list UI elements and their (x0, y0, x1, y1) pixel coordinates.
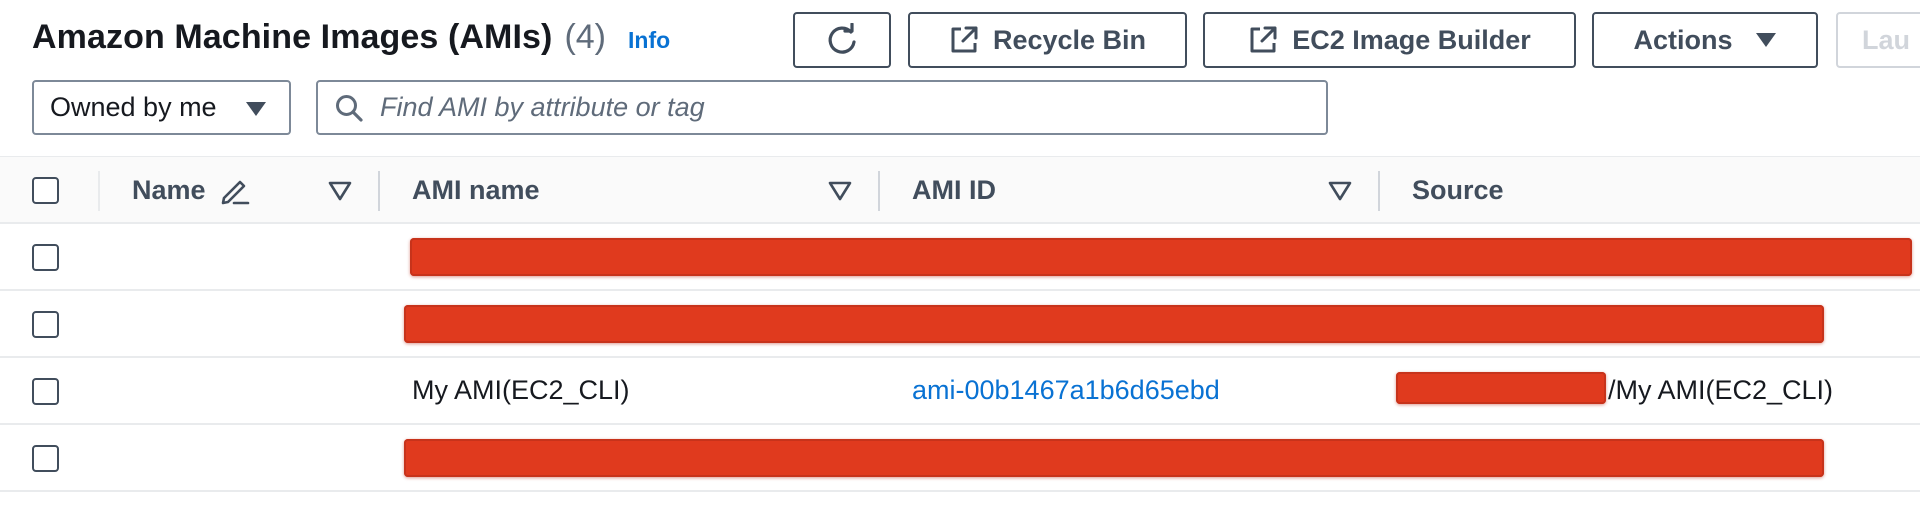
sort-down-icon[interactable] (328, 181, 352, 201)
external-link-icon (951, 26, 978, 53)
redaction-mark (404, 439, 1824, 477)
column-header-source[interactable]: Source (1412, 157, 1504, 223)
redaction-mark (404, 305, 1824, 343)
sort-down-icon[interactable] (828, 181, 852, 201)
actions-label: Actions (1633, 24, 1733, 55)
refresh-button[interactable] (793, 12, 891, 68)
caret-down-icon (1755, 33, 1776, 47)
launch-instance-button[interactable]: Lau (1836, 12, 1920, 68)
table-row[interactable] (0, 291, 1920, 358)
column-name-label: Name (132, 174, 206, 205)
column-source-label: Source (1412, 174, 1504, 205)
pencil-icon (221, 180, 249, 205)
column-divider (98, 171, 100, 211)
column-header-name[interactable]: Name (132, 157, 250, 223)
search-input[interactable] (380, 92, 1280, 123)
table-row[interactable] (0, 224, 1920, 291)
column-divider[interactable] (878, 171, 880, 211)
table-header: Name AMI name AMI ID Source (0, 156, 1920, 224)
ec2-image-builder-label: EC2 Image Builder (1292, 24, 1531, 55)
page-header: Amazon Machine Images (AMIs) (4) Info (32, 18, 670, 62)
launch-label: Lau (1862, 24, 1911, 55)
row-select-checkbox[interactable] (32, 445, 59, 472)
column-divider[interactable] (378, 171, 380, 211)
owner-filter-select[interactable]: Owned by me (32, 80, 291, 135)
caret-down-icon (246, 102, 266, 116)
select-all-checkbox[interactable] (32, 177, 59, 204)
table-row[interactable]: My AMI(EC2_CLI) ami-00b1467a1b6d65ebd /M… (0, 358, 1920, 425)
search-icon (336, 94, 363, 122)
refresh-icon (828, 23, 856, 54)
recycle-bin-button[interactable]: Recycle Bin (908, 12, 1187, 68)
info-link[interactable]: Info (628, 27, 670, 54)
column-header-ami-id[interactable]: AMI ID (912, 157, 996, 223)
column-header-ami-name[interactable]: AMI name (412, 157, 540, 223)
owner-filter-value: Owned by me (50, 92, 217, 122)
table-row[interactable] (0, 425, 1920, 492)
recycle-bin-label: Recycle Bin (992, 24, 1147, 55)
row-select-checkbox[interactable] (32, 244, 59, 271)
column-divider[interactable] (1378, 171, 1380, 211)
source-cell: /My AMI(EC2_CLI) (1608, 375, 1834, 405)
ami-name-cell: My AMI(EC2_CLI) (412, 375, 630, 405)
sort-down-icon[interactable] (1328, 181, 1352, 201)
column-ami-name-label: AMI name (412, 174, 540, 205)
actions-dropdown-button[interactable]: Actions (1592, 12, 1818, 68)
external-link-icon (1250, 26, 1277, 53)
ec2-image-builder-button[interactable]: EC2 Image Builder (1203, 12, 1576, 68)
row-select-checkbox[interactable] (32, 311, 59, 338)
row-select-checkbox[interactable] (32, 378, 59, 405)
page-title: Amazon Machine Images (AMIs) (32, 18, 553, 56)
column-ami-id-label: AMI ID (912, 174, 996, 205)
search-bar[interactable] (316, 80, 1328, 135)
ami-count: (4) (564, 18, 607, 56)
redaction-mark (410, 238, 1912, 276)
ami-id-link[interactable]: ami-00b1467a1b6d65ebd (912, 358, 1220, 423)
redaction-mark (1396, 372, 1606, 404)
